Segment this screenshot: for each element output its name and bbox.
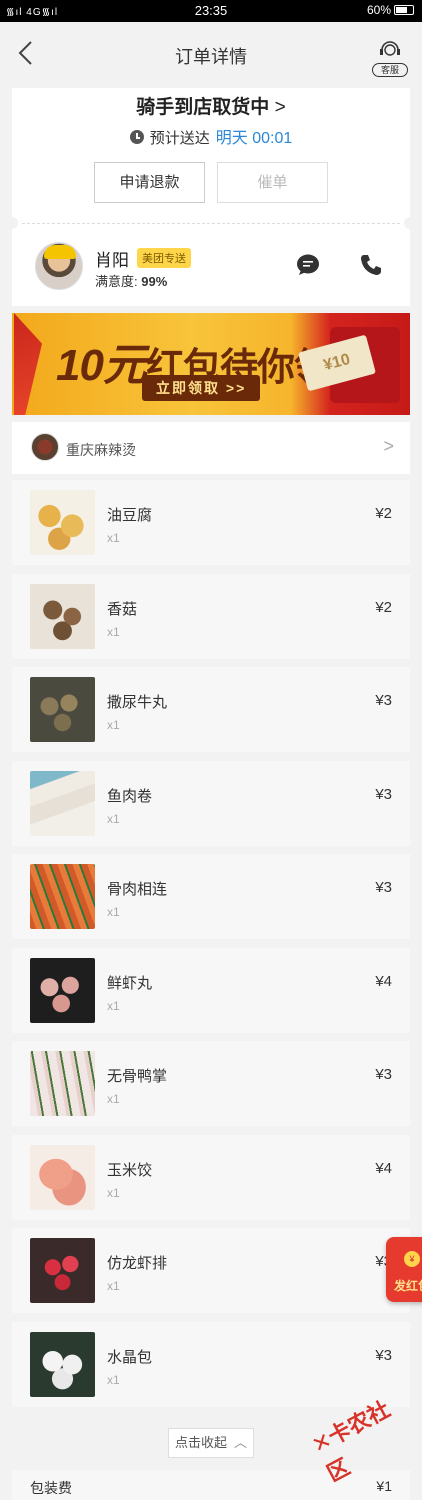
red-packet-banner[interactable]: 10元红包待你领取 立即领取 >> ¥10 [12,313,410,415]
item-name: 水晶包 [107,1349,153,1366]
ticket-notch [6,217,18,229]
order-status-card: 骑手到店取货中 > 预计送达 明天 00:01 申请退款 催单 肖阳 美团专送 满… [6,88,416,306]
claim-now-button[interactable]: 立即领取 >> [142,375,261,401]
nav-header: 订单详情 客服 [0,22,422,88]
collapse-button[interactable]: 点击收起 ︿ [168,1428,254,1458]
delivery-badge: 美团专送 [137,248,191,268]
item-price: ¥3 [375,879,392,896]
battery-icon [394,5,414,15]
item-thumbnail [30,584,95,649]
item-quantity: x1 [107,1373,120,1387]
item-thumbnail [30,958,95,1023]
item-thumbnail [30,677,95,742]
packaging-fee-value: ¥1 [376,1478,392,1494]
ticket-notch [404,217,416,229]
item-thumbnail [30,1051,95,1116]
item-quantity: x1 [107,625,120,639]
item-name: 香菇 [107,601,138,618]
item-quantity: x1 [107,999,120,1013]
clock-icon [129,130,144,144]
item-quantity: x1 [107,1279,120,1293]
chevron-right-icon: > [274,97,286,118]
eta-time: 明天 00:01 [215,130,293,147]
satisfaction-value: 99% [141,274,168,289]
item-thumbnail [30,490,95,555]
item-name: 骨肉相连 [107,881,168,898]
item-name: 鱼肉卷 [107,788,153,805]
shop-name: 重庆麻辣烫 [66,442,136,458]
item-price: ¥2 [375,599,392,616]
rider-satisfaction: 满意度: 99% [95,271,167,290]
item-thumbnail [30,1332,95,1397]
order-status-text: 骑手到店取货中 [136,97,270,118]
item-quantity: x1 [107,905,120,919]
order-item-row: 香菇 x1 ¥2 [12,574,410,659]
order-item-row: 仿龙虾排 x1 ¥3 [12,1228,410,1313]
order-item-row: 油豆腐 x1 ¥2 [12,480,410,565]
item-name: 鲜虾丸 [107,975,153,992]
chevron-right-icon: > [383,436,394,456]
item-quantity: x1 [107,1186,120,1200]
item-price: ¥3 [375,692,392,709]
order-item-row: 骨肉相连 x1 ¥3 [12,854,410,939]
rider-avatar [35,242,83,290]
order-item-row: 鲜虾丸 x1 ¥4 [12,948,410,1033]
item-price: ¥4 [375,973,392,990]
item-thumbnail [30,1145,95,1210]
refund-button[interactable]: 申请退款 [94,162,205,203]
collapse-label: 点击收起 [175,1435,228,1450]
packaging-fee-label: 包装费 [30,1480,72,1496]
order-status-title[interactable]: 骑手到店取货中 > [12,92,410,119]
divider [22,223,400,224]
order-item-row: 玉米饺 x1 ¥4 [12,1135,410,1220]
order-item-row: 水晶包 x1 ¥3 [12,1322,410,1407]
eta-row: 预计送达 明天 00:01 [12,124,410,148]
item-thumbnail [30,771,95,836]
order-item-row: 鱼肉卷 x1 ¥3 [12,761,410,846]
urge-order-button[interactable]: 催单 [217,162,328,203]
item-thumbnail [30,1238,95,1303]
item-price: ¥3 [375,786,392,803]
battery-status: 60% [367,3,414,17]
order-item-row: 撒尿牛丸 x1 ¥3 [12,667,410,752]
item-price: ¥3 [375,1066,392,1083]
item-price: ¥3 [375,1347,392,1364]
send-red-packet-label: 发红包 [394,1279,422,1293]
eta-label: 预计送达 [149,130,210,147]
page-title: 订单详情 [175,47,247,67]
shop-row[interactable]: 重庆麻辣烫 > [12,422,410,474]
battery-percent: 60% [366,3,391,17]
rider-name: 肖阳 [95,251,129,270]
item-quantity: x1 [107,531,120,545]
item-name: 仿龙虾排 [107,1255,168,1272]
customer-service-label: 客服 [372,63,408,77]
decorative-ribbon [14,313,42,415]
customer-service-button[interactable]: 客服 [372,38,408,77]
item-name: 玉米饺 [107,1162,153,1179]
satisfaction-label: 满意度: [95,274,138,289]
item-thumbnail [30,864,95,929]
item-name: 撒尿牛丸 [107,694,168,711]
headset-icon [380,41,400,56]
item-quantity: x1 [107,1092,120,1106]
status-bar: ᯾ıl 4G᯾ıl 23:35 60% [0,0,422,22]
item-quantity: x1 [107,812,120,826]
send-red-packet-float-button[interactable]: ¥ 发红包 [386,1237,422,1302]
item-name: 无骨鸭掌 [107,1068,168,1085]
chat-icon[interactable] [296,254,320,276]
coin-icon: ¥ [404,1251,420,1267]
chevron-up-icon: ︿ [233,1435,247,1450]
item-price: ¥4 [375,1160,392,1177]
clock-time: 23:35 [194,3,228,18]
item-name: 油豆腐 [107,507,153,524]
order-item-row: 无骨鸭掌 x1 ¥3 [12,1041,410,1126]
item-price: ¥2 [375,505,392,522]
item-quantity: x1 [107,718,120,732]
phone-icon[interactable] [360,254,382,276]
shop-avatar [31,433,59,461]
banner-amount: 10元 [56,341,147,390]
